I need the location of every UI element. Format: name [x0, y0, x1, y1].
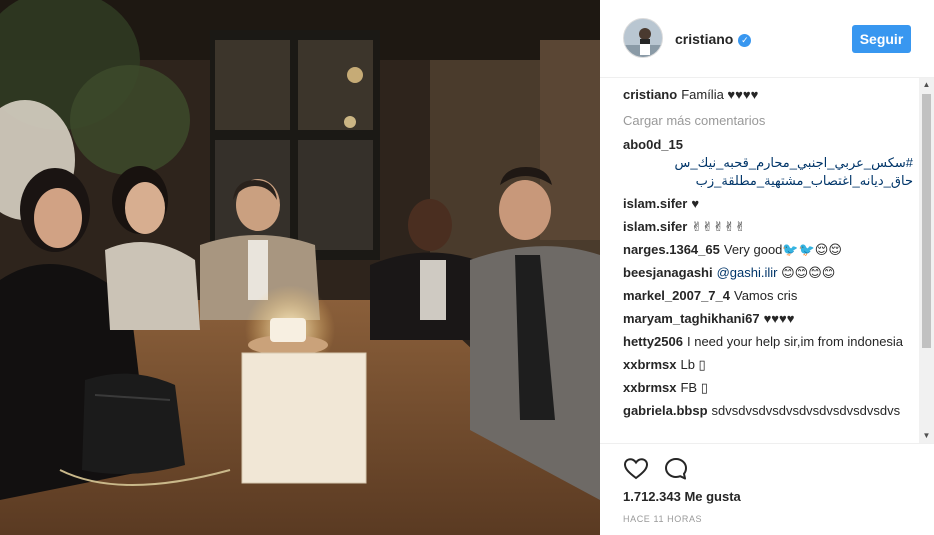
comment-text: Vamos cris: [734, 288, 798, 303]
comment-item: hetty2506 I need your help sir,im from in…: [623, 333, 913, 351]
post-side-panel: cristiano ✓ Seguir cristiano Família ♥♥♥♥ …: [600, 0, 934, 535]
comment-text: ✌✌✌✌✌: [691, 219, 746, 234]
scroll-thumb[interactable]: [922, 94, 931, 348]
comment-item: markel_2007_7_4 Vamos cris: [623, 287, 913, 305]
comment-username[interactable]: narges.1364_65: [623, 242, 720, 257]
post-author-name[interactable]: cristiano: [675, 31, 733, 47]
likes-count[interactable]: 1.712.343 Me gusta: [623, 489, 741, 504]
comment-item: narges.1364_65 Very good🐦🐦😌😌: [623, 241, 913, 259]
heart-icon[interactable]: [623, 456, 649, 482]
comment-item: gabriela.bbsp sdvsdvsdvsdvsdvsdvsdvsdvsdv…: [623, 402, 913, 420]
post-header: cristiano ✓ Seguir: [600, 0, 934, 78]
comment-text: ♥♥♥♥: [763, 311, 795, 326]
comment-username[interactable]: islam.sifer: [623, 219, 687, 234]
comment-username[interactable]: abo0d_15: [623, 137, 683, 152]
follow-button[interactable]: Seguir: [852, 25, 911, 53]
post-photo[interactable]: [0, 0, 600, 535]
comment-mention-link[interactable]: @gashi.ilir: [717, 265, 778, 280]
comment-item: xxbrmsx Lb ▯: [623, 356, 913, 374]
post-author-username[interactable]: cristiano ✓: [675, 31, 752, 47]
comment-username[interactable]: xxbrmsx: [623, 357, 676, 372]
comment-bubble-icon[interactable]: [663, 456, 689, 482]
post-photo-illustration: [0, 0, 600, 535]
comment-text: Lb ▯: [680, 357, 706, 372]
comment-username[interactable]: gabriela.bbsp: [623, 403, 708, 418]
post-timestamp[interactable]: HACE 11 HORAS: [623, 514, 702, 524]
comment-username[interactable]: beesjanagashi: [623, 265, 713, 280]
comment-username[interactable]: markel_2007_7_4: [623, 288, 730, 303]
comment-username[interactable]: maryam_taghikhani67: [623, 311, 760, 326]
comment-text: Very good🐦🐦😌😌: [723, 242, 842, 257]
load-more-comments-link[interactable]: Cargar más comentarios: [623, 112, 913, 130]
comment-text[interactable]: #سكس_عربي_اجنبي_محارم_قحبه_نيك_س حاق_ديا…: [623, 154, 913, 190]
post-caption: cristiano Família ♥♥♥♥: [623, 86, 913, 104]
comment-item: islam.sifer ✌✌✌✌✌: [623, 218, 913, 236]
comment-text: ♥: [691, 196, 700, 211]
comment-text: FB ▯: [680, 380, 708, 395]
comment-username[interactable]: xxbrmsx: [623, 380, 676, 395]
comment-item: islam.sifer ♥: [623, 195, 913, 213]
comment-username[interactable]: islam.sifer: [623, 196, 687, 211]
comment-item: abo0d_15 #سكس_عربي_اجنبي_محارم_قحبه_نيك_…: [623, 136, 913, 190]
caption-text: Família ♥♥♥♥: [681, 87, 759, 102]
post-actions: 1.712.343 Me gusta HACE 11 HORAS: [600, 443, 934, 535]
avatar[interactable]: [623, 18, 663, 58]
comment-text: I need your help sir,im from indonesia: [686, 334, 904, 349]
scroll-up-arrow-icon[interactable]: ▲: [919, 78, 934, 92]
comment-item: beesjanagashi @gashi.ilir 😊😊😊😊: [623, 264, 913, 282]
comment-text: sdvsdvsdvsdvsdvsdvsdvsdvsdvs: [711, 403, 901, 418]
avatar-image: [624, 19, 662, 57]
comments-list: cristiano Família ♥♥♥♥ Cargar más comenta…: [623, 86, 913, 442]
comment-item: xxbrmsx FB ▯: [623, 379, 913, 397]
verified-badge-icon: ✓: [738, 34, 752, 47]
comment-username[interactable]: hetty2506: [623, 334, 683, 349]
comments-scrollbar[interactable]: ▲ ▼: [919, 78, 934, 443]
comment-text: 😊😊😊😊: [781, 265, 836, 280]
scroll-down-arrow-icon[interactable]: ▼: [919, 429, 934, 443]
caption-username[interactable]: cristiano: [623, 87, 677, 102]
comment-item: maryam_taghikhani67 ♥♥♥♥: [623, 310, 913, 328]
